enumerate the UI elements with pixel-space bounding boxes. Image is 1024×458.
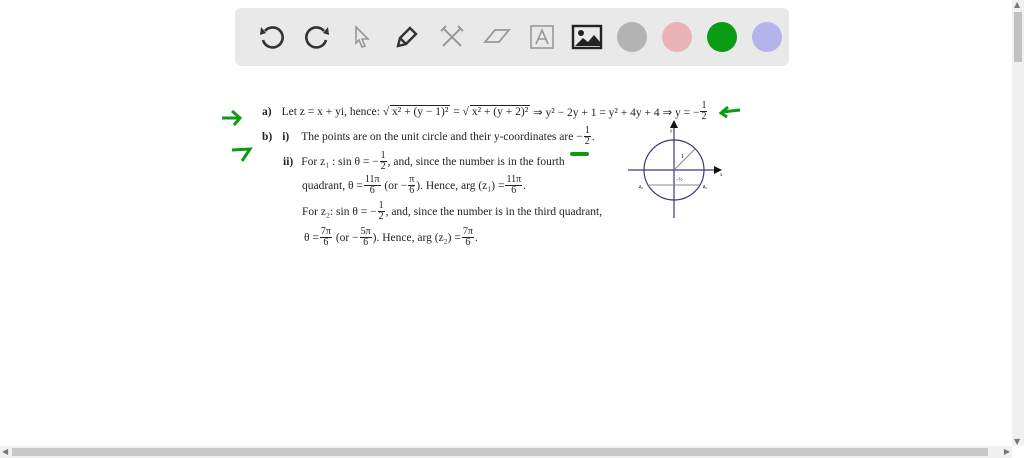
text-icon[interactable] — [519, 17, 564, 57]
vertical-scrollbar[interactable]: ▲ ▼ — [1012, 0, 1024, 446]
part-b-ii-line2: quadrant, θ = 11π 6 (or − π6 ). Hence, ar… — [302, 174, 527, 196]
part-b-ii-line3: For z₂: sin θ = − 12 , and, since the nu… — [302, 200, 603, 222]
text: ). Hence, arg (z₁) = — [416, 179, 505, 192]
part-b-ii-line1: ii) For z₁ : sin θ = − 12 , and, since t… — [283, 150, 565, 172]
part-b-i: b) i) The points are on the unit circle … — [262, 125, 595, 147]
color-lavender[interactable] — [744, 17, 789, 57]
color-gray[interactable] — [609, 17, 654, 57]
label: ii) — [283, 155, 294, 168]
eraser-icon[interactable] — [474, 17, 519, 57]
radius — [673, 148, 696, 171]
level-label: −½ — [676, 178, 683, 183]
green-arrow-annotation — [231, 147, 253, 162]
sqrt: x² + (y − 1)² — [390, 105, 451, 118]
sqrt: x² + (y + 2)² — [469, 105, 531, 118]
tools-icon[interactable] — [429, 17, 474, 57]
z2-label: z₂ — [639, 185, 643, 190]
text: quadrant, θ = — [302, 179, 363, 192]
x-label: x — [720, 173, 723, 178]
label: b) — [262, 130, 273, 143]
scroll-thumb[interactable] — [1014, 12, 1022, 62]
undo-icon[interactable] — [249, 17, 294, 57]
y-label: y — [670, 129, 673, 134]
scroll-thumb[interactable] — [12, 448, 988, 456]
color-green[interactable] — [699, 17, 744, 57]
label: i) — [282, 130, 290, 143]
text: ). Hence, arg (z₂) = — [372, 231, 461, 244]
unit-circle-diagram: y x 1 −½ z₂ z₁ — [628, 120, 723, 218]
text: (or − — [335, 231, 359, 244]
green-underline-annotation — [570, 152, 589, 156]
text: (or − — [384, 179, 408, 192]
text: For z₂: sin θ = − — [302, 205, 377, 218]
text: ⇒ y² − 2y + 1 = y² + 4y + 4 ⇒ y = − — [533, 106, 700, 119]
text: Let z = x + yi, hence: — [281, 105, 380, 118]
toolbar — [235, 8, 789, 66]
label: a) — [262, 105, 272, 118]
pen-icon[interactable] — [384, 17, 429, 57]
color-pink[interactable] — [654, 17, 699, 57]
text: The points are on the unit circle and th… — [301, 130, 583, 143]
text: , and, since the number is in the third … — [385, 205, 603, 218]
pointer-icon[interactable] — [339, 17, 384, 57]
radius-label: 1 — [681, 154, 684, 160]
image-icon[interactable] — [564, 17, 609, 57]
text: For z₁ : sin θ = − — [301, 155, 379, 168]
text: , and, since the number is in the fourth — [387, 155, 565, 168]
text: = — [453, 105, 460, 118]
green-arrow-annotation — [222, 109, 243, 126]
horizontal-scrollbar[interactable]: ◀ ▶ — [0, 446, 1012, 458]
part-b-ii-line4: θ = 7π 6 (or − 5π 6 ). Hence, arg (z₂) = 7… — [304, 226, 478, 248]
text: θ = — [304, 231, 319, 244]
fraction: 12 — [583, 125, 591, 147]
redo-icon[interactable] — [294, 17, 339, 57]
z1-label: z₁ — [703, 185, 707, 190]
